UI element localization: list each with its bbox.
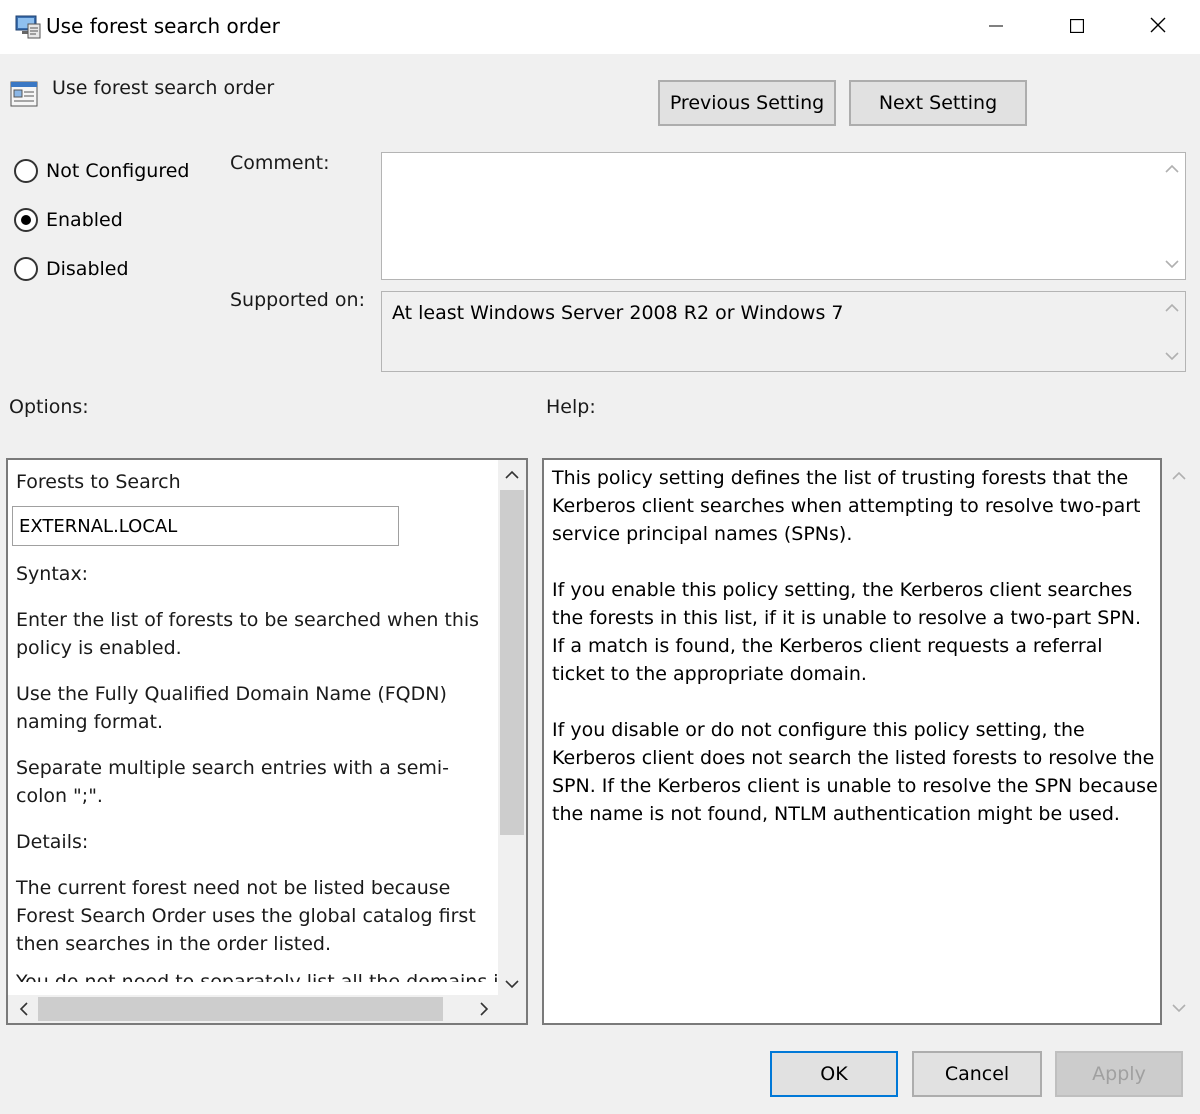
- syntax-text: Use the Fully Qualified Domain Name (FQD…: [16, 683, 447, 733]
- policy-setting-icon: [10, 80, 40, 108]
- setting-title: Use forest search order: [52, 77, 275, 99]
- help-content: This policy setting defines the list of …: [552, 464, 1158, 856]
- scrollbar-corner: [498, 995, 526, 1023]
- chevron-down-icon[interactable]: [498, 971, 526, 997]
- supported-on-value: At least Windows Server 2008 R2 or Windo…: [392, 302, 844, 324]
- radio-disabled[interactable]: Disabled: [14, 257, 129, 281]
- help-scrollbar[interactable]: [1166, 458, 1192, 1025]
- ok-button[interactable]: OK: [770, 1051, 898, 1097]
- scrollbar-thumb[interactable]: [38, 997, 443, 1021]
- supported-on-field: At least Windows Server 2008 R2 or Windo…: [381, 291, 1186, 372]
- syntax-text: Enter the list of forests to be searched…: [16, 609, 480, 659]
- previous-setting-button[interactable]: Previous Setting: [658, 80, 836, 126]
- chevron-up-icon[interactable]: [1165, 159, 1179, 178]
- chevron-up-icon[interactable]: [498, 462, 526, 488]
- close-button[interactable]: [1118, 0, 1198, 54]
- supported-on-label: Supported on:: [230, 289, 365, 311]
- syntax-text: Separate multiple search entries with a …: [16, 757, 450, 807]
- radio-label: Enabled: [46, 209, 123, 231]
- forests-to-search-label: Forests to Search: [16, 471, 181, 493]
- radio-circle[interactable]: [14, 257, 38, 281]
- help-paragraph: This policy setting defines the list of …: [552, 467, 1141, 545]
- options-horizontal-scrollbar[interactable]: [8, 995, 526, 1023]
- details-text: The current forest need not be listed be…: [16, 877, 476, 955]
- scrollbar-thumb[interactable]: [500, 490, 524, 835]
- options-content: Forests to Search Syntax: Enter the list…: [12, 468, 496, 976]
- chevron-down-icon[interactable]: [1172, 998, 1186, 1017]
- cancel-button[interactable]: Cancel: [912, 1051, 1042, 1097]
- syntax-label: Syntax:: [16, 563, 89, 585]
- details-label: Details:: [16, 831, 89, 853]
- options-panel: Forests to Search Syntax: Enter the list…: [6, 458, 528, 1025]
- close-icon: [1150, 17, 1166, 37]
- comment-textarea[interactable]: [381, 152, 1186, 280]
- radio-enabled[interactable]: Enabled: [14, 208, 123, 232]
- minimize-button[interactable]: [956, 0, 1036, 54]
- window-title: Use forest search order: [46, 14, 280, 38]
- help-paragraph: If you enable this policy setting, the K…: [552, 579, 1141, 685]
- maximize-icon: [1069, 18, 1085, 37]
- radio-label: Disabled: [46, 258, 129, 280]
- help-paragraph: If you disable or do not configure this …: [552, 719, 1158, 825]
- chevron-left-icon[interactable]: [10, 995, 38, 1023]
- radio-not-configured[interactable]: Not Configured: [14, 159, 189, 183]
- comment-scrollbar[interactable]: [1159, 153, 1185, 279]
- chevron-down-icon[interactable]: [1165, 346, 1179, 365]
- radio-label: Not Configured: [46, 160, 190, 182]
- title-bar: Use forest search order: [0, 0, 1200, 54]
- forests-to-search-input[interactable]: [12, 506, 399, 546]
- chevron-up-icon[interactable]: [1165, 298, 1179, 317]
- details-text-clipped: You do not need to separately list all t…: [16, 971, 511, 982]
- chevron-right-icon[interactable]: [470, 995, 498, 1023]
- maximize-button[interactable]: [1037, 0, 1117, 54]
- minimize-icon: [989, 18, 1003, 37]
- group-policy-icon: [14, 14, 42, 40]
- comment-label: Comment:: [230, 152, 330, 174]
- chevron-down-icon[interactable]: [1165, 254, 1179, 273]
- help-label: Help:: [546, 396, 596, 418]
- supported-scrollbar[interactable]: [1159, 292, 1185, 371]
- apply-button[interactable]: Apply: [1055, 1051, 1183, 1097]
- chevron-up-icon[interactable]: [1172, 466, 1186, 485]
- help-panel: This policy setting defines the list of …: [542, 458, 1162, 1025]
- radio-circle-selected[interactable]: [14, 208, 38, 232]
- options-label: Options:: [9, 396, 89, 418]
- options-vertical-scrollbar[interactable]: [498, 460, 526, 999]
- next-setting-button[interactable]: Next Setting: [849, 80, 1027, 126]
- radio-circle[interactable]: [14, 159, 38, 183]
